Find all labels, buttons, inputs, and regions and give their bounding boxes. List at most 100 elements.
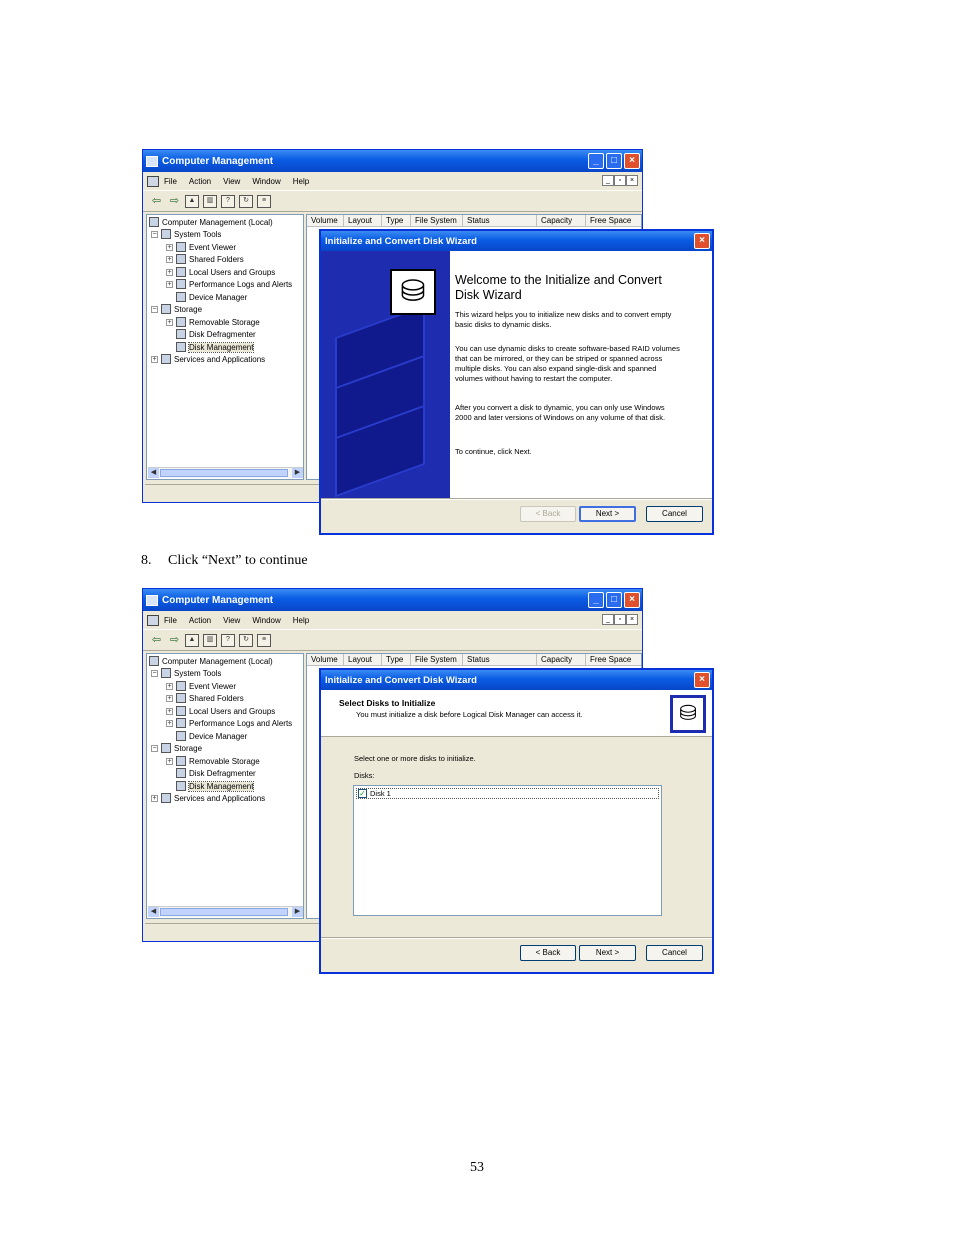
tree-item-removable-storage[interactable]: + Removable Storage <box>166 755 260 767</box>
col-file-system[interactable]: File System <box>411 215 463 227</box>
menu-file[interactable]: File <box>164 616 177 625</box>
menu-help[interactable]: Help <box>293 177 309 186</box>
menu-window[interactable]: Window <box>252 616 280 625</box>
app-menu-icon[interactable] <box>147 614 159 626</box>
mdi-close-button[interactable]: × <box>626 175 638 186</box>
show-hide-tree-icon[interactable]: ▥ <box>203 194 217 208</box>
wizard-title-bar[interactable]: Initialize and Convert Disk Wizard × <box>321 231 712 251</box>
tree-item-performance-logs[interactable]: + Performance Logs and Alerts <box>166 278 292 290</box>
next-button[interactable]: Next > <box>579 506 636 522</box>
tree-horizontal-scrollbar[interactable]: ◀ ▶ <box>148 467 303 478</box>
minimize-button[interactable]: _ <box>588 153 604 169</box>
mdi-restore-button[interactable]: ▫ <box>614 175 626 186</box>
menu-view[interactable]: View <box>223 616 240 625</box>
tree-item-event-viewer[interactable]: + Event Viewer <box>166 241 236 253</box>
mdi-minimize-button[interactable]: _ <box>602 614 614 625</box>
menu-file[interactable]: File <box>164 177 177 186</box>
expand-icon[interactable]: + <box>151 355 158 363</box>
export-list-icon[interactable]: ≡ <box>257 633 271 647</box>
back-button[interactable]: < Back <box>520 945 576 961</box>
menu-window[interactable]: Window <box>252 177 280 186</box>
expand-icon[interactable]: + <box>166 757 173 765</box>
collapse-icon[interactable]: − <box>151 305 158 313</box>
col-status[interactable]: Status <box>463 654 537 666</box>
back-arrow-icon[interactable]: ⇦ <box>149 633 164 647</box>
tree-item-event-viewer[interactable]: + Event Viewer <box>166 680 236 692</box>
up-folder-icon[interactable]: ▲ <box>185 633 199 647</box>
expand-icon[interactable]: + <box>166 280 173 288</box>
expand-icon[interactable]: + <box>151 794 158 802</box>
expand-icon[interactable]: + <box>166 719 173 727</box>
properties-icon[interactable]: ? <box>221 194 235 208</box>
expand-icon[interactable]: + <box>166 243 173 251</box>
next-button[interactable]: Next > <box>579 945 636 961</box>
col-volume[interactable]: Volume <box>307 654 344 666</box>
tree-item-shared-folders[interactable]: + Shared Folders <box>166 253 244 265</box>
col-status[interactable]: Status <box>463 215 537 227</box>
collapse-icon[interactable]: − <box>151 669 158 677</box>
tree-item-device-manager[interactable]: Device Manager <box>176 291 247 303</box>
expand-icon[interactable]: + <box>166 255 173 263</box>
cancel-button[interactable]: Cancel <box>646 945 703 961</box>
close-button[interactable]: × <box>624 592 640 608</box>
minimize-button[interactable]: _ <box>588 592 604 608</box>
col-capacity[interactable]: Capacity <box>537 215 586 227</box>
mdi-minimize-button[interactable]: _ <box>602 175 614 186</box>
tree-item-storage[interactable]: − Storage <box>151 303 202 315</box>
col-volume[interactable]: Volume <box>307 215 344 227</box>
export-list-icon[interactable]: ≡ <box>257 194 271 208</box>
show-hide-tree-icon[interactable]: ▥ <box>203 633 217 647</box>
expand-icon[interactable]: + <box>166 707 173 715</box>
menu-help[interactable]: Help <box>293 616 309 625</box>
tree-item-shared-folders[interactable]: + Shared Folders <box>166 692 244 704</box>
scroll-thumb[interactable] <box>160 469 288 477</box>
collapse-icon[interactable]: − <box>151 744 158 752</box>
wizard-close-button[interactable]: × <box>694 672 710 688</box>
tree-item-computer-management[interactable]: Computer Management (Local) <box>149 655 273 667</box>
wizard-title-bar[interactable]: Initialize and Convert Disk Wizard × <box>321 670 712 690</box>
cancel-button[interactable]: Cancel <box>646 506 703 522</box>
col-layout[interactable]: Layout <box>344 215 382 227</box>
tree-item-storage[interactable]: − Storage <box>151 742 202 754</box>
close-button[interactable]: × <box>624 153 640 169</box>
col-type[interactable]: Type <box>382 215 411 227</box>
tree-item-services-apps[interactable]: + Services and Applications <box>151 353 265 365</box>
tree-item-disk-defragmenter[interactable]: Disk Defragmenter <box>176 767 256 779</box>
collapse-icon[interactable]: − <box>151 230 158 238</box>
tree-item-performance-logs[interactable]: + Performance Logs and Alerts <box>166 717 292 729</box>
up-folder-icon[interactable]: ▲ <box>185 194 199 208</box>
tree-item-disk-management[interactable]: Disk Management <box>176 780 255 792</box>
back-arrow-icon[interactable]: ⇦ <box>149 194 164 208</box>
col-free-space[interactable]: Free Space <box>586 654 641 666</box>
tree-item-removable-storage[interactable]: + Removable Storage <box>166 316 260 328</box>
wizard-close-button[interactable]: × <box>694 233 710 249</box>
maximize-button[interactable]: □ <box>606 153 622 169</box>
back-button[interactable]: < Back <box>520 506 576 522</box>
cm-title-bar[interactable]: Computer Management _ □ × <box>143 150 642 172</box>
tree-item-local-users[interactable]: + Local Users and Groups <box>166 705 275 717</box>
disk-1-checkbox[interactable]: ✓ <box>358 789 367 798</box>
forward-arrow-icon[interactable]: ⇨ <box>167 633 182 647</box>
tree-item-services-apps[interactable]: + Services and Applications <box>151 792 265 804</box>
mdi-close-button[interactable]: × <box>626 614 638 625</box>
tree-item-computer-management[interactable]: Computer Management (Local) <box>149 216 273 228</box>
menu-action[interactable]: Action <box>189 616 211 625</box>
col-free-space[interactable]: Free Space <box>586 215 641 227</box>
tree-item-system-tools[interactable]: − System Tools <box>151 228 221 240</box>
scroll-left-icon[interactable]: ◀ <box>148 468 159 478</box>
properties-icon[interactable]: ? <box>221 633 235 647</box>
scroll-left-icon[interactable]: ◀ <box>148 907 159 917</box>
tree-item-device-manager[interactable]: Device Manager <box>176 730 247 742</box>
disks-list[interactable]: ✓ Disk 1 <box>353 785 662 916</box>
tree-item-system-tools[interactable]: − System Tools <box>151 667 221 679</box>
refresh-icon[interactable]: ↻ <box>239 633 253 647</box>
list-item[interactable]: ✓ Disk 1 <box>356 788 659 799</box>
tree-item-disk-defragmenter[interactable]: Disk Defragmenter <box>176 328 256 340</box>
tree-item-disk-management[interactable]: Disk Management <box>176 341 255 353</box>
expand-icon[interactable]: + <box>166 268 173 276</box>
col-type[interactable]: Type <box>382 654 411 666</box>
menu-action[interactable]: Action <box>189 177 211 186</box>
tree-item-local-users[interactable]: + Local Users and Groups <box>166 266 275 278</box>
app-menu-icon[interactable] <box>147 175 159 187</box>
expand-icon[interactable]: + <box>166 682 173 690</box>
